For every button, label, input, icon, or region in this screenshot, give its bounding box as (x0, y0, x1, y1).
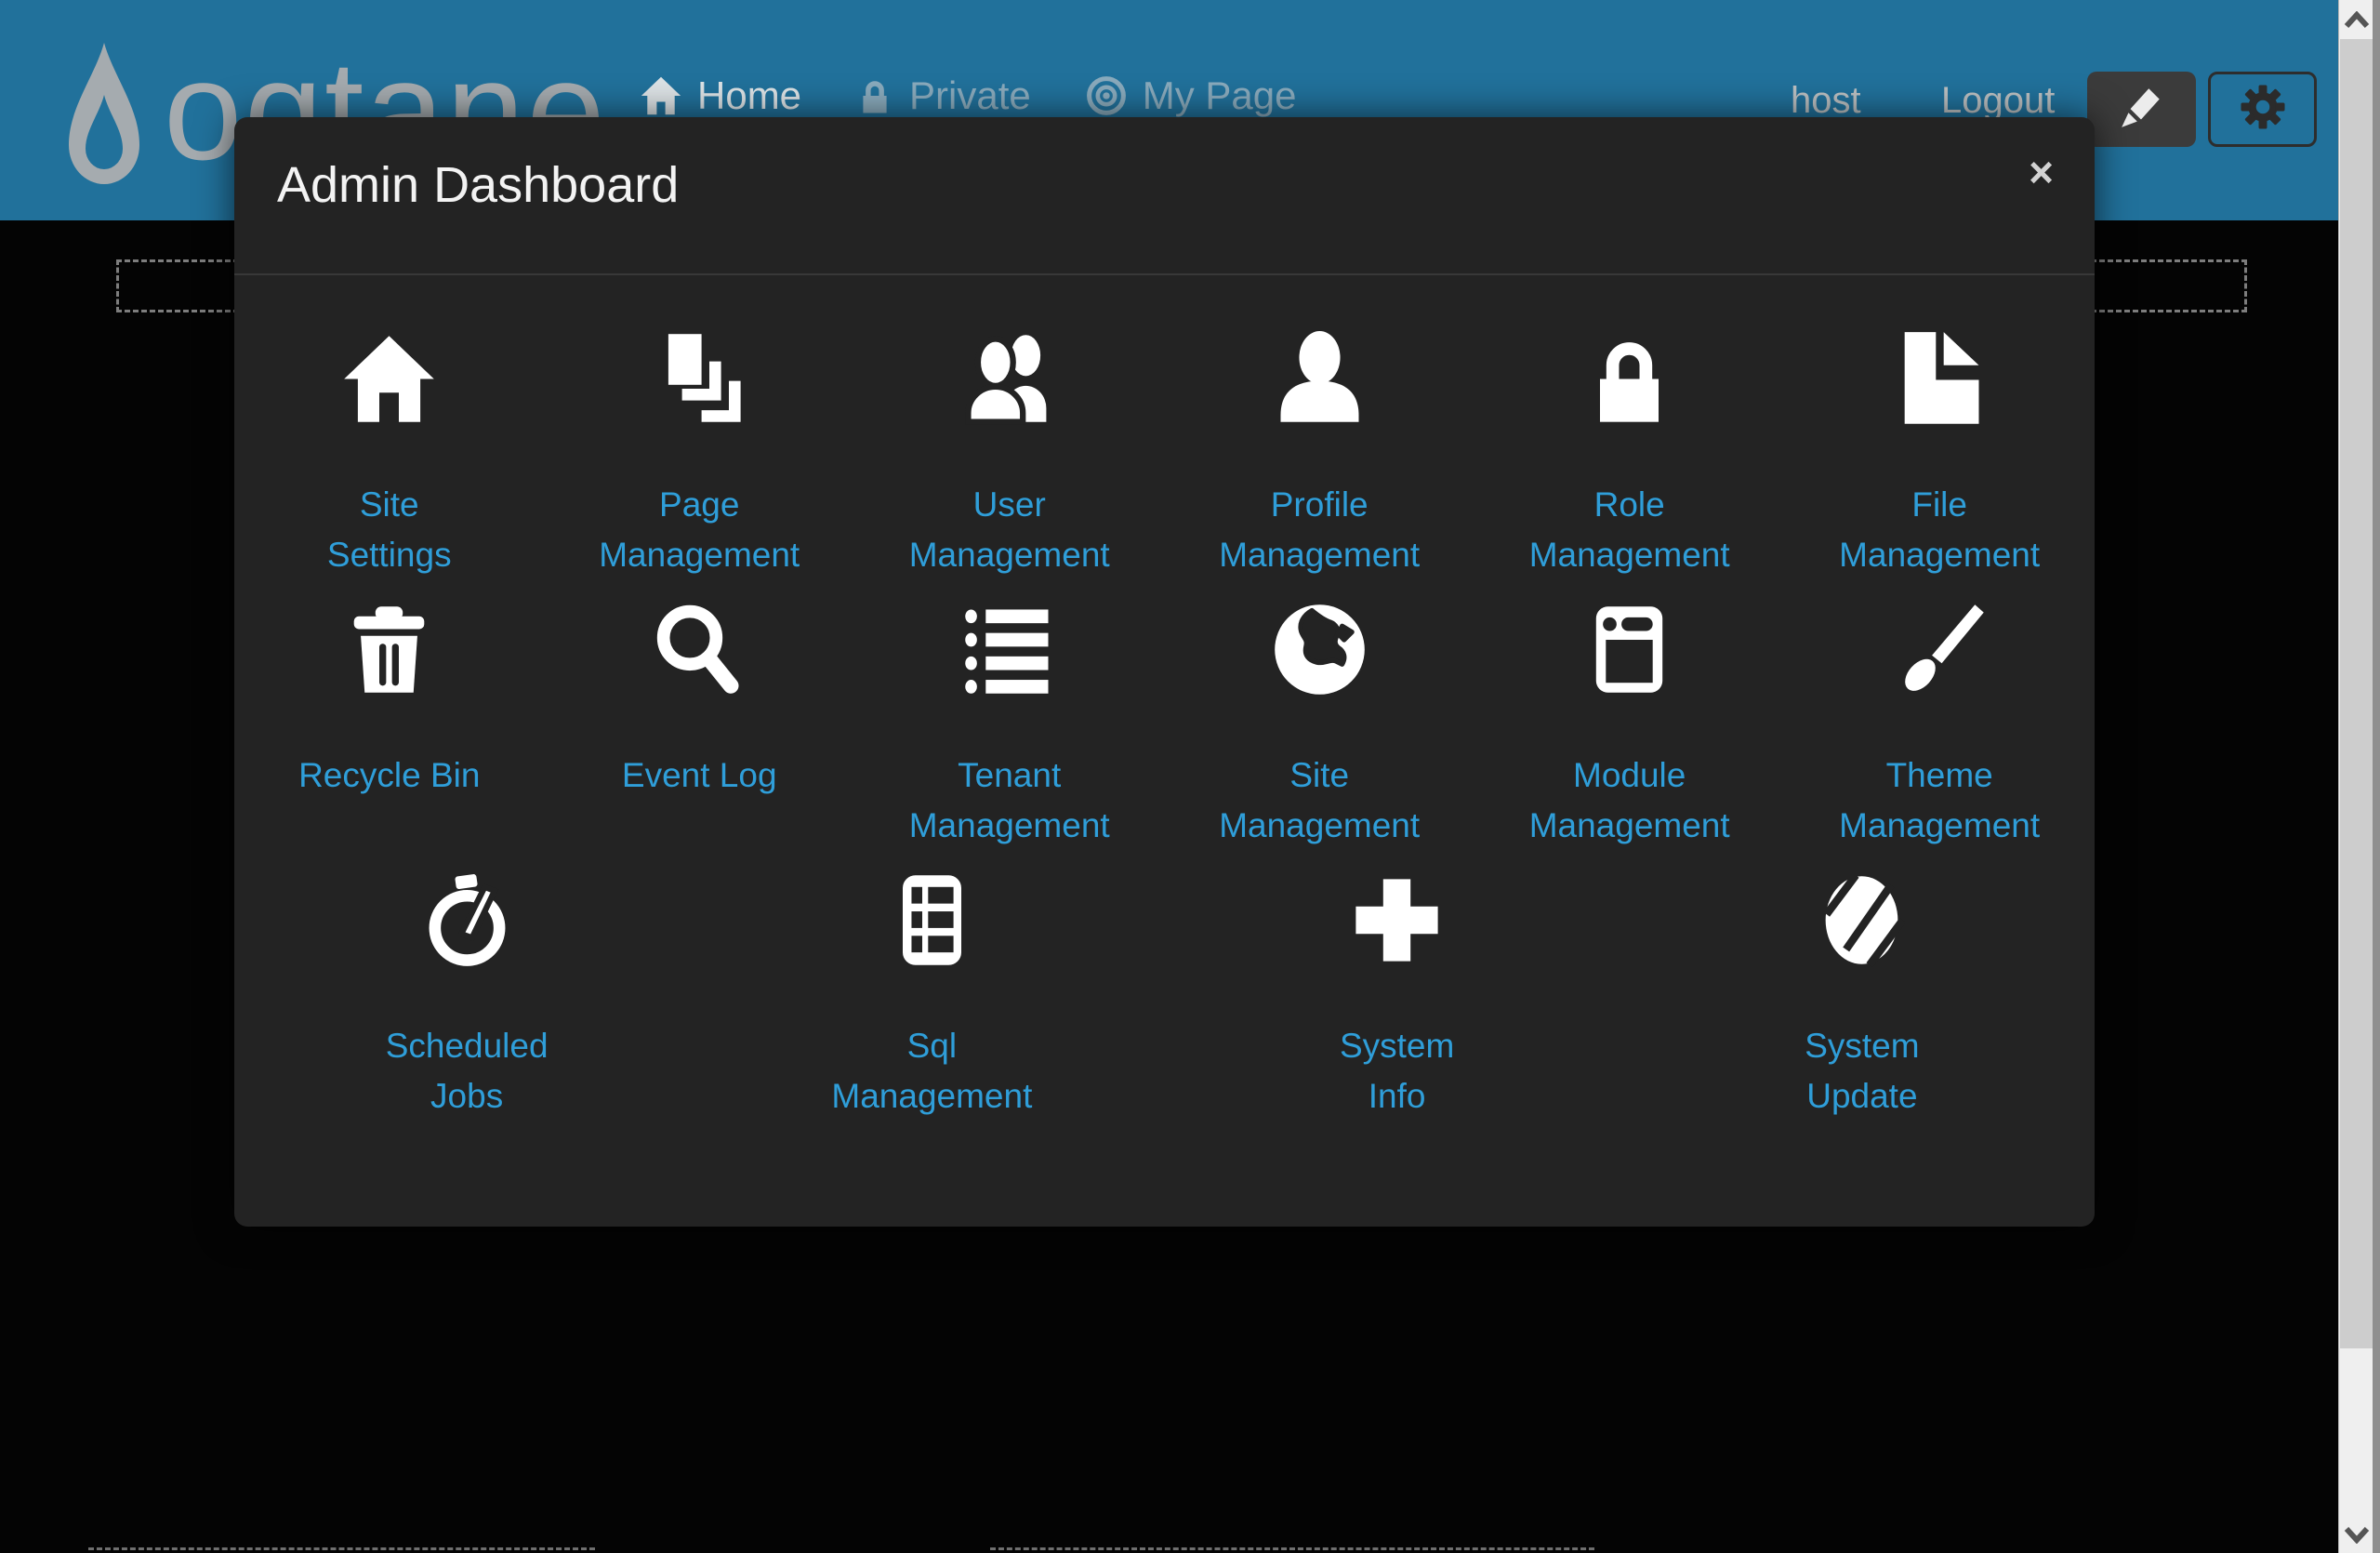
nav-item-home[interactable]: Home (640, 73, 801, 118)
vertical-scrollbar[interactable] (2338, 0, 2380, 1553)
tile-role-management[interactable]: RoleManagement (1474, 324, 1784, 581)
modal-title: Admin Dashboard (277, 156, 2052, 214)
tile-label: SystemInfo (1165, 1021, 1630, 1122)
tile-profile-management[interactable]: ProfileManagement (1164, 324, 1474, 581)
nav-item-label: My Page (1143, 73, 1297, 118)
chevron-up-icon[interactable] (2344, 11, 2370, 30)
lock-icon (1474, 324, 1784, 428)
cross-icon (1165, 865, 1630, 969)
water-drop-icon (58, 37, 151, 207)
tile-system-info[interactable]: SystemInfo (1165, 865, 1630, 1122)
aperture-icon (1630, 865, 2095, 969)
tile-label: SqlManagement (699, 1021, 1164, 1122)
cutoff-placeholder-left (88, 1547, 595, 1553)
tile-label: RoleManagement (1474, 480, 1784, 581)
cutoff-placeholder-right (990, 1547, 1594, 1553)
tile-site-management[interactable]: SiteManagement (1164, 594, 1474, 852)
tile-page-management[interactable]: PageManagement (544, 324, 853, 581)
tile-recycle-bin[interactable]: Recycle Bin (234, 594, 544, 852)
tile-label: SiteSettings (234, 480, 544, 581)
tile-label: UserManagement (854, 480, 1164, 581)
tile-label: SiteManagement (1164, 750, 1474, 852)
tile-label: FileManagement (1784, 480, 2094, 581)
tile-scheduled-jobs[interactable]: ScheduledJobs (234, 865, 699, 1122)
spreadsheet-icon (699, 865, 1164, 969)
user-link[interactable]: host (1791, 80, 1861, 122)
tile-label: SystemUpdate (1630, 1021, 2095, 1122)
admin-dashboard-modal: Admin Dashboard × SiteSettingsPageManage… (234, 117, 2095, 1227)
globe-icon (1164, 594, 1474, 698)
tile-label: ScheduledJobs (234, 1021, 699, 1122)
pages-icon (544, 324, 853, 428)
lock-icon (855, 74, 894, 117)
tile-label: ThemeManagement (1784, 750, 2094, 852)
scrollbar-thumb[interactable] (2340, 39, 2373, 1348)
tile-site-settings[interactable]: SiteSettings (234, 324, 544, 581)
tile-tenant-management[interactable]: TenantManagement (854, 594, 1164, 852)
home-icon (640, 74, 682, 117)
people-icon (854, 324, 1164, 428)
tile-sql-management[interactable]: SqlManagement (699, 865, 1164, 1122)
home-icon (234, 324, 544, 428)
window-icon (1474, 594, 1784, 698)
person-icon (1164, 324, 1474, 428)
gear-icon (2237, 81, 2289, 138)
close-icon[interactable]: × (2029, 151, 2054, 193)
pencil-icon (2118, 83, 2166, 136)
tile-user-management[interactable]: UserManagement (854, 324, 1164, 581)
admin-tile-grid: SiteSettingsPageManagementUserManagement… (234, 324, 2095, 1135)
tile-label: Event Log (544, 750, 853, 801)
tile-theme-management[interactable]: ThemeManagement (1784, 594, 2094, 852)
nav-item-private[interactable]: Private (855, 73, 1031, 118)
tile-label: ModuleManagement (1474, 750, 1784, 852)
list-icon (854, 594, 1164, 698)
timer-icon (234, 865, 699, 969)
target-icon (1085, 74, 1128, 117)
magnifier-icon (544, 594, 853, 698)
settings-button[interactable] (2208, 72, 2317, 147)
modal-body: SiteSettingsPageManagementUserManagement… (234, 275, 2095, 1135)
edit-mode-button[interactable] (2087, 72, 2196, 147)
tile-system-update[interactable]: SystemUpdate (1630, 865, 2095, 1122)
trash-icon (234, 594, 544, 698)
modal-header: Admin Dashboard × (234, 117, 2095, 275)
nav-item-my-page[interactable]: My Page (1085, 73, 1297, 118)
tile-event-log[interactable]: Event Log (544, 594, 853, 852)
page: oqtane Home Private (0, 0, 2380, 1553)
logout-link[interactable]: Logout (1941, 80, 2055, 122)
tile-label: TenantManagement (854, 750, 1164, 852)
brush-icon (1784, 594, 2094, 698)
tile-label: Recycle Bin (234, 750, 544, 801)
tile-label: ProfileManagement (1164, 480, 1474, 581)
scrollbar-edge (2373, 0, 2380, 1553)
nav-item-label: Private (909, 73, 1031, 118)
tile-file-management[interactable]: FileManagement (1784, 324, 2094, 581)
nav-item-label: Home (697, 73, 801, 118)
tile-module-management[interactable]: ModuleManagement (1474, 594, 1784, 852)
tile-label: PageManagement (544, 480, 853, 581)
file-icon (1784, 324, 2094, 428)
chevron-down-icon[interactable] (2344, 1525, 2370, 1544)
